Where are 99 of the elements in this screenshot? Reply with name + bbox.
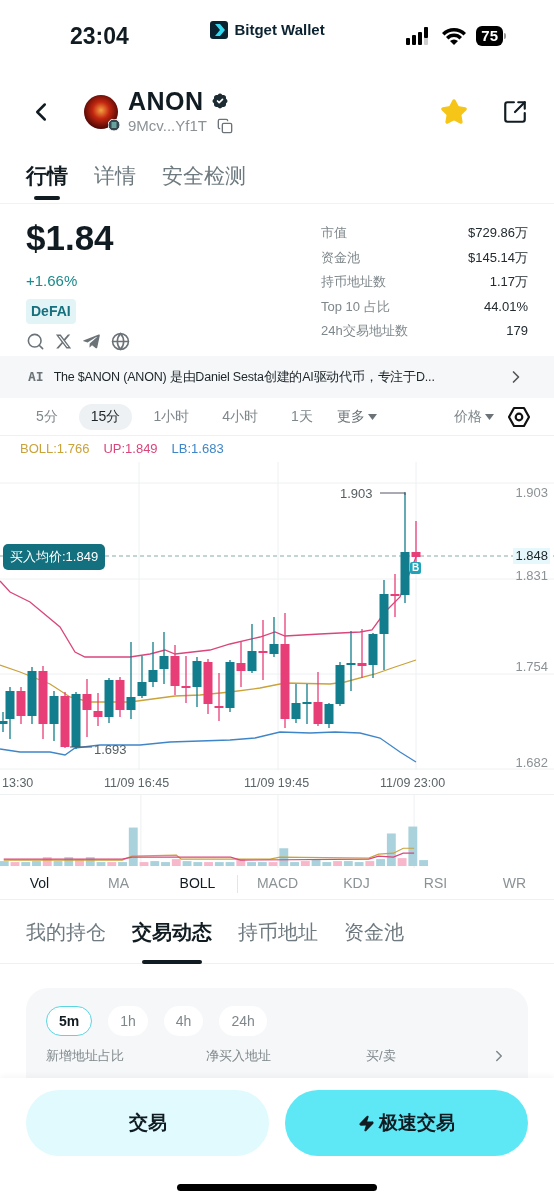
candle xyxy=(104,677,114,724)
share-icon[interactable] xyxy=(502,99,528,125)
stat-value: $145.14万 xyxy=(468,248,528,267)
caret-icon xyxy=(485,413,494,420)
stat-value: 179 xyxy=(506,322,528,340)
stat-label: 持币地址数 xyxy=(321,273,386,291)
indicator-tab[interactable]: MA xyxy=(79,873,158,894)
section-tab[interactable]: 资金池 xyxy=(344,900,404,964)
indicator-tab[interactable]: BOLL xyxy=(158,873,237,894)
period-chip[interactable]: 5m xyxy=(46,1006,93,1036)
wifi-icon xyxy=(442,27,467,45)
leader-line xyxy=(69,746,93,748)
period-chip[interactable]: 24h xyxy=(219,1006,267,1036)
app-logo-icon xyxy=(210,21,229,39)
low-price-label: 1.693 xyxy=(94,741,127,759)
section-tab[interactable]: 持币地址 xyxy=(238,900,318,964)
indicator-tab[interactable]: RSI xyxy=(396,873,475,894)
interval-tab[interactable]: 4小时 xyxy=(210,403,270,430)
page-tab[interactable]: 详情 xyxy=(94,152,136,200)
candle xyxy=(236,641,246,688)
settings-icon[interactable] xyxy=(508,405,530,428)
indicator-tab[interactable]: MACD xyxy=(238,873,317,894)
stat-label: 资金池 xyxy=(321,248,360,267)
indicator-tab[interactable]: WR xyxy=(475,873,554,894)
x-logo-icon[interactable] xyxy=(55,332,72,350)
lightning-icon xyxy=(358,1114,375,1132)
section-tab[interactable]: 交易动态 xyxy=(132,900,212,964)
price-axis-label: 1.903 xyxy=(514,485,549,501)
indicator-legend: LB:1.683 xyxy=(171,439,224,459)
time-axis-label: 11/09 19:45 xyxy=(244,775,310,792)
column-header: 买/卖 xyxy=(366,1047,397,1065)
candle xyxy=(225,659,235,713)
ai-summary-banner[interactable]: AI The $ANON (ANON) 是由Daniel Sesta创建的AI驱动代币，专注于D... xyxy=(0,356,554,398)
candle xyxy=(159,631,169,685)
caret-icon xyxy=(367,413,377,420)
candle xyxy=(181,655,191,704)
indicator-tab[interactable]: Vol xyxy=(0,873,79,894)
price-axis-label: 1.754 xyxy=(514,659,549,675)
stat-label: Top 10 占比 xyxy=(321,297,390,316)
candle xyxy=(357,628,367,679)
high-price-label: 1.903 xyxy=(340,485,373,503)
stat-label: 市值 xyxy=(321,224,347,242)
interval-tab[interactable]: 15分 xyxy=(78,403,133,430)
interval-tab[interactable]: 1小时 xyxy=(141,403,202,430)
trade-button[interactable]: 交易 xyxy=(26,1090,269,1156)
stat-value: $729.86万 xyxy=(468,224,528,242)
price-value: $1.84 xyxy=(26,218,115,258)
column-header: 净买入地址 xyxy=(206,1047,272,1065)
token-address: 9Mcv...Yf1T xyxy=(128,115,207,136)
average-buy-price-label: 买入均价:1.849 xyxy=(3,544,106,570)
period-chip[interactable]: 1h xyxy=(108,1006,148,1036)
candle xyxy=(203,658,213,715)
time-axis-label: 13:30 xyxy=(2,775,34,792)
ai-label: AI xyxy=(28,368,44,387)
time-axis-label: 11/09 23:00 xyxy=(380,775,446,792)
column-header: 新增地址占比 xyxy=(46,1047,125,1065)
stat-label: 24h交易地址数 xyxy=(321,322,408,340)
candle xyxy=(170,644,180,696)
token-logo-icon xyxy=(84,95,118,129)
ai-summary-text: The $ANON (ANON) 是由Daniel Sesta创建的AI驱动代币，专注于D... xyxy=(53,368,436,386)
globe-icon[interactable] xyxy=(111,331,130,351)
candle xyxy=(247,623,257,674)
favorite-star-icon[interactable] xyxy=(440,98,468,126)
price-axis-label: 1.682 xyxy=(514,755,549,771)
page-tab[interactable]: 安全检测 xyxy=(162,152,246,200)
more-dropdown[interactable]: 更多 xyxy=(336,406,377,427)
indicator-tab[interactable]: KDJ xyxy=(317,873,396,894)
leader-line xyxy=(379,492,406,496)
candle xyxy=(346,630,356,692)
battery-indicator: 75 xyxy=(476,26,506,46)
copy-icon[interactable] xyxy=(216,118,233,134)
interval-tab[interactable]: 5分 xyxy=(24,403,70,430)
chain-badge-icon xyxy=(108,119,120,131)
period-chip[interactable]: 4h xyxy=(163,1006,204,1036)
token-symbol: ANON xyxy=(128,86,204,115)
search-icon[interactable] xyxy=(26,331,45,351)
candle xyxy=(214,672,224,722)
stat-value: 44.01% xyxy=(483,297,528,316)
indicator-legend: BOLL:1.766 xyxy=(20,439,90,459)
section-tab[interactable]: 我的持仓 xyxy=(26,900,106,964)
current-price-label: 1.848 xyxy=(513,548,550,564)
stat-value: 1.17万 xyxy=(489,273,528,291)
price-axis-label: 1.831 xyxy=(514,568,549,584)
candle xyxy=(71,691,81,750)
indicator-legend: UP:1.849 xyxy=(103,439,158,459)
candle xyxy=(60,691,70,749)
time-axis-label: 11/09 16:45 xyxy=(104,775,170,792)
page-tab[interactable]: 行情 xyxy=(26,152,68,200)
candle xyxy=(302,683,312,725)
interval-tab[interactable]: 1天 xyxy=(278,403,325,430)
price-dropdown[interactable]: 价格 xyxy=(454,406,494,427)
candle xyxy=(148,641,158,688)
category-tag: DeFAI xyxy=(26,298,76,324)
buy-marker: B xyxy=(410,562,422,574)
status-time: 23:04 xyxy=(70,21,129,51)
candle xyxy=(192,656,202,708)
quick-trade-button[interactable]: 极速交易 xyxy=(285,1090,528,1156)
app-name: Bitget Wallet xyxy=(234,19,325,40)
price-change: +1.66% xyxy=(26,271,79,291)
